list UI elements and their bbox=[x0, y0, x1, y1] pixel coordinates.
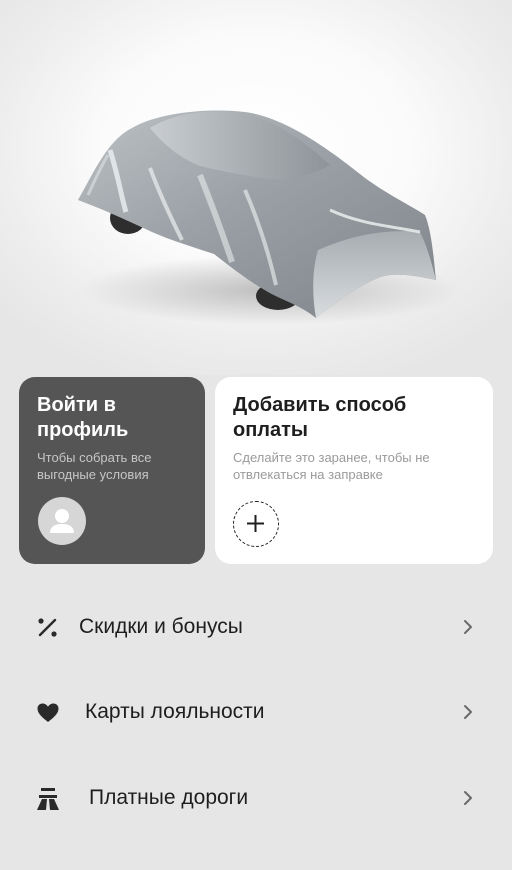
menu-item-label: Карты лояльности bbox=[85, 700, 265, 723]
hero-banner bbox=[0, 0, 512, 375]
chevron-right-icon bbox=[464, 705, 472, 719]
payment-card-subtitle: Сделайте это заранее, чтобы не отвлекать… bbox=[233, 450, 430, 482]
percent-icon bbox=[38, 618, 57, 637]
menu-item-discounts[interactable]: Скидки и бонусы bbox=[0, 586, 512, 670]
login-card-subtitle: Чтобы собрать все выгодные условия bbox=[37, 450, 152, 482]
login-card-title: Войти в профиль bbox=[37, 394, 129, 441]
menu-item-toll-roads[interactable]: Платные дороги bbox=[0, 757, 512, 841]
login-card[interactable]: Войти в профиль Чтобы собрать все выгодн… bbox=[19, 377, 205, 564]
chevron-right-icon bbox=[464, 791, 472, 805]
menu-item-loyalty-cards[interactable]: Карты лояльности bbox=[0, 671, 512, 755]
payment-card-title: Добавить способ оплаты bbox=[233, 394, 407, 441]
heart-icon bbox=[37, 703, 59, 722]
plus-icon bbox=[247, 515, 264, 532]
menu-item-label: Платные дороги bbox=[89, 786, 249, 809]
add-payment-button[interactable] bbox=[233, 501, 279, 547]
menu-item-label: Скидки и бонусы bbox=[79, 615, 243, 638]
chevron-right-icon bbox=[464, 620, 472, 634]
add-payment-card[interactable]: Добавить способ оплаты Сделайте это зара… bbox=[215, 377, 493, 564]
avatar-icon[interactable] bbox=[38, 497, 86, 545]
covered-car-image bbox=[78, 110, 460, 325]
road-icon bbox=[37, 788, 59, 810]
